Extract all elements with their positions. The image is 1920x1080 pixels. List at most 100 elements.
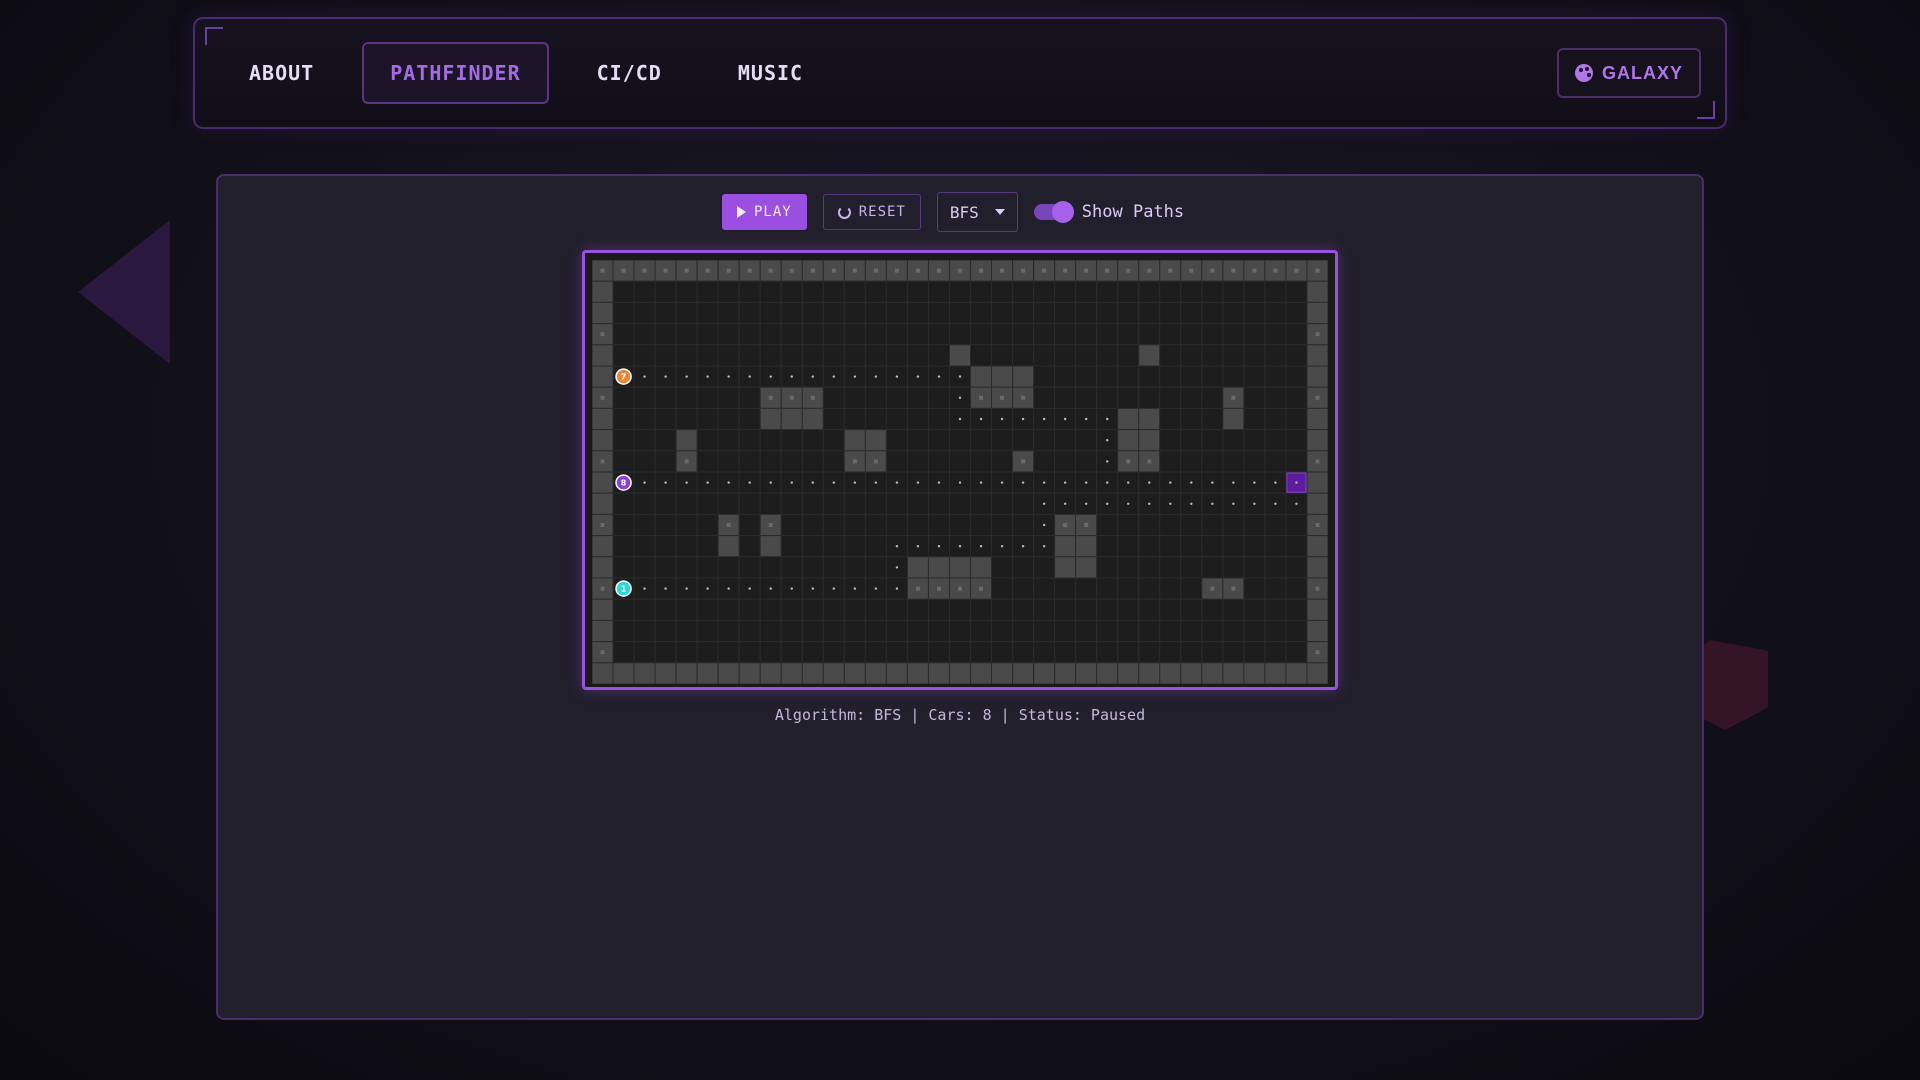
grid-cell[interactable] <box>1180 280 1203 303</box>
grid-cell[interactable] <box>654 301 677 325</box>
wall-cell[interactable] <box>1054 556 1077 579</box>
grid-cell[interactable] <box>633 619 656 643</box>
grid-cell[interactable] <box>759 619 782 643</box>
wall-cell[interactable] <box>1033 662 1056 684</box>
grid-cell[interactable] <box>991 301 1014 325</box>
grid-cell[interactable] <box>991 344 1014 367</box>
grid-cell[interactable] <box>906 407 929 431</box>
grid-cell[interactable] <box>759 492 782 515</box>
grid-cell[interactable] <box>1264 619 1287 643</box>
grid-cell[interactable] <box>1201 301 1224 325</box>
grid-cell[interactable] <box>654 535 677 558</box>
grid-cell[interactable] <box>1243 535 1266 558</box>
grid-cell[interactable] <box>1138 386 1161 409</box>
grid-cell[interactable] <box>780 323 803 346</box>
theme-button[interactable]: GALAXY <box>1556 48 1701 98</box>
grid-cell[interactable] <box>717 344 740 367</box>
grid-cell[interactable] <box>780 450 803 473</box>
grid-cell[interactable] <box>675 344 698 367</box>
wall-cell[interactable] <box>1306 280 1328 303</box>
grid-cell[interactable] <box>927 450 950 473</box>
grid-cell[interactable] <box>864 344 887 367</box>
grid-cell[interactable] <box>1054 598 1077 621</box>
grid-cell[interactable] <box>1201 323 1224 346</box>
grid-cell[interactable] <box>1138 535 1161 558</box>
grid-cell[interactable] <box>885 641 908 664</box>
grid-cell[interactable] <box>1033 598 1056 621</box>
grid-cell[interactable] <box>822 429 845 452</box>
grid-cell[interactable] <box>1138 323 1161 346</box>
grid-cell[interactable] <box>738 535 761 558</box>
grid-cell[interactable] <box>991 513 1014 537</box>
wall-cell[interactable] <box>592 365 614 388</box>
wall-cell[interactable] <box>1306 598 1328 621</box>
wall-cell[interactable] <box>592 301 614 325</box>
grid-cell[interactable] <box>1054 344 1077 367</box>
grid-cell[interactable] <box>633 641 656 664</box>
grid-cell[interactable] <box>1222 535 1245 558</box>
grid-cell[interactable] <box>843 344 866 367</box>
grid-cell[interactable] <box>906 386 929 409</box>
grid-cell[interactable] <box>1033 280 1056 303</box>
grid-cell[interactable] <box>1285 323 1308 346</box>
wall-cell[interactable] <box>1243 662 1266 684</box>
grid-cell[interactable] <box>1285 619 1308 643</box>
grid-cell[interactable] <box>801 344 824 367</box>
grid-cell[interactable] <box>1054 365 1077 388</box>
wall-cell[interactable] <box>1306 619 1328 643</box>
grid-cell[interactable] <box>885 407 908 431</box>
wall-cell[interactable] <box>1180 662 1203 684</box>
wall-cell[interactable] <box>991 365 1014 388</box>
grid-cell[interactable] <box>1117 598 1140 621</box>
grid-cell[interactable] <box>1159 598 1182 621</box>
grid-cell[interactable] <box>1243 301 1266 325</box>
grid-cell[interactable] <box>1096 577 1119 600</box>
grid-cell[interactable] <box>1285 386 1308 409</box>
grid-cell[interactable] <box>675 407 698 431</box>
grid-cell[interactable] <box>1138 301 1161 325</box>
grid-cell[interactable] <box>696 535 719 558</box>
grid-cell[interactable] <box>759 598 782 621</box>
grid-cell[interactable] <box>612 344 635 367</box>
wall-cell[interactable] <box>1264 662 1287 684</box>
grid-cell[interactable] <box>801 513 824 537</box>
grid-cell[interactable] <box>654 323 677 346</box>
grid-cell[interactable] <box>738 323 761 346</box>
grid-cell[interactable] <box>906 301 929 325</box>
grid-cell[interactable] <box>633 344 656 367</box>
wall-cell[interactable] <box>780 407 803 431</box>
grid-cell[interactable] <box>843 598 866 621</box>
grid-cell[interactable] <box>1201 619 1224 643</box>
grid-cell[interactable] <box>1159 280 1182 303</box>
grid-cell[interactable] <box>948 598 972 621</box>
grid-cell[interactable] <box>927 344 950 367</box>
wall-cell[interactable] <box>592 429 614 452</box>
grid-cell[interactable] <box>1264 513 1287 537</box>
grid-cell[interactable] <box>1243 407 1266 431</box>
grid-cell[interactable] <box>612 450 635 473</box>
grid-cell[interactable] <box>1222 323 1245 346</box>
grid-cell[interactable] <box>906 344 929 367</box>
grid-cell[interactable] <box>696 386 719 409</box>
grid-cell[interactable] <box>927 641 950 664</box>
grid-cell[interactable] <box>654 280 677 303</box>
grid-cell[interactable] <box>1138 556 1161 579</box>
wall-cell[interactable] <box>1138 407 1161 431</box>
grid-cell[interactable] <box>759 301 782 325</box>
grid-cell[interactable] <box>906 598 929 621</box>
wall-cell[interactable] <box>970 662 993 684</box>
grid-cell[interactable] <box>1096 598 1119 621</box>
grid-cell[interactable] <box>1180 641 1203 664</box>
wall-cell[interactable] <box>927 662 950 684</box>
tab-about[interactable]: ABOUT <box>221 42 342 104</box>
grid-cell[interactable] <box>654 386 677 409</box>
grid-cell[interactable] <box>948 641 972 664</box>
grid-cell[interactable] <box>1096 365 1119 388</box>
grid-cell[interactable] <box>1012 280 1035 303</box>
grid-cell[interactable] <box>1222 641 1245 664</box>
wall-cell[interactable] <box>675 662 698 684</box>
grid-cell[interactable] <box>843 619 866 643</box>
grid-cell[interactable] <box>717 598 740 621</box>
grid-cell[interactable] <box>1033 450 1056 473</box>
wall-cell[interactable] <box>970 365 993 388</box>
